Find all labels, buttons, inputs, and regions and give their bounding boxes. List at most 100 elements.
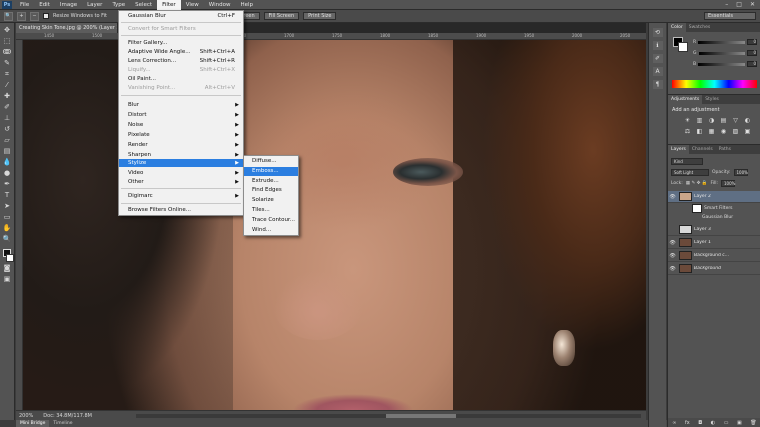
gaussian-blur-filter-row[interactable]: Gaussian Blur (668, 213, 760, 222)
print-size-button[interactable]: Print Size (303, 12, 337, 20)
visibility-eye-icon[interactable]: 👁 (668, 266, 677, 272)
add-mask-icon[interactable]: ◘ (698, 420, 702, 426)
blur-tool-icon[interactable]: 💧 (3, 158, 12, 167)
smart-filters-row[interactable]: Smart Filters (668, 204, 760, 213)
levels-icon[interactable]: ▥ (695, 116, 704, 125)
menu-item-sharpen[interactable]: Sharpen ▶ (119, 151, 243, 159)
doc-size-info[interactable]: Doc: 34.8M/117.8M (43, 413, 92, 419)
menu-item-other[interactable]: Other ▶ (119, 178, 243, 186)
layer-name[interactable]: Layer 3 (694, 227, 711, 232)
layer-row[interactable]: 👁 Layer 1 (668, 237, 760, 249)
gradient-tool-icon[interactable]: ▤ (3, 147, 12, 156)
black-white-icon[interactable]: ◧ (695, 127, 704, 136)
document-tab[interactable]: Creating Skin Tone.jpg @ 200% (Layer 2, … (16, 23, 117, 33)
marquee-tool-icon[interactable]: ⬚ (3, 37, 12, 46)
menu-filter[interactable]: Filter (157, 0, 181, 10)
shape-tool-icon[interactable]: ▭ (3, 213, 12, 222)
submenu-item-emboss[interactable]: Emboss... (244, 167, 298, 176)
scrollbar-thumb[interactable] (386, 414, 456, 418)
curves-icon[interactable]: ◑ (707, 116, 716, 125)
blue-value[interactable]: 0 (747, 61, 757, 67)
workspace-select[interactable]: Essentials (704, 12, 756, 20)
screen-mode-icon[interactable]: ▣ (3, 275, 12, 284)
color-balance-icon[interactable]: ⚖ (683, 127, 692, 136)
gradient-map-icon[interactable]: ▣ (743, 127, 752, 136)
submenu-item-extrude[interactable]: Extrude... (244, 177, 298, 186)
menu-item-blur[interactable]: Blur ▶ (119, 101, 243, 109)
crop-tool-icon[interactable]: ⌗ (3, 70, 12, 79)
exposure-icon[interactable]: ▤ (719, 116, 728, 125)
zoom-tool-icon[interactable]: 🔍 (4, 11, 13, 21)
layer-name[interactable]: Layer 2 (694, 194, 711, 199)
posterize-icon[interactable]: ▨ (731, 127, 740, 136)
menu-layer[interactable]: Layer (82, 0, 107, 10)
kind-filter-select[interactable]: Kind (671, 157, 703, 165)
visibility-eye-icon[interactable]: 👁 (668, 194, 677, 200)
menu-item-filter-gallery[interactable]: Filter Gallery... (119, 39, 243, 47)
type-tool-icon[interactable]: T (3, 191, 12, 200)
menu-type[interactable]: Type (107, 0, 130, 10)
healing-tool-icon[interactable]: ✚ (3, 92, 12, 101)
brush-tool-icon[interactable]: ✐ (3, 103, 12, 112)
tab-paths[interactable]: Paths (716, 145, 734, 154)
menu-item-video[interactable]: Video ▶ (119, 169, 243, 177)
color-panel-background[interactable] (678, 42, 688, 52)
eraser-tool-icon[interactable]: ▱ (3, 136, 12, 145)
clone-stamp-tool-icon[interactable]: ⊥ (3, 114, 12, 123)
visibility-eye-icon[interactable]: 👁 (668, 240, 677, 246)
eyedropper-tool-icon[interactable]: ⁄ (3, 81, 12, 90)
history-panel-icon[interactable]: ⟲ (652, 28, 663, 37)
fill-field[interactable]: 100% (721, 179, 735, 187)
link-layers-icon[interactable]: ∞ (672, 420, 676, 426)
delete-layer-icon[interactable]: 🗑 (750, 420, 756, 426)
channel-mixer-icon[interactable]: ◉ (719, 127, 728, 136)
menu-view[interactable]: View (181, 0, 204, 10)
menu-item-gaussian-blur[interactable]: Gaussian Blur Ctrl+F (119, 12, 243, 20)
tab-channels[interactable]: Channels (689, 145, 716, 154)
maximize-icon[interactable]: □ (736, 1, 742, 8)
zoom-out-icon[interactable]: − (30, 11, 39, 21)
opacity-field[interactable]: 100% (733, 168, 748, 176)
history-brush-tool-icon[interactable]: ↺ (3, 125, 12, 134)
layer-row[interactable]: Layer 3 (668, 224, 760, 236)
background-color-swatch[interactable] (6, 254, 14, 262)
menu-file[interactable]: File (15, 0, 34, 10)
image-canvas[interactable] (23, 40, 646, 410)
layer-row[interactable]: 👁 Background c... (668, 250, 760, 262)
vibrance-icon[interactable]: ▽ (731, 116, 740, 125)
zoom-tool-box-icon[interactable]: 🔍 (3, 235, 12, 244)
paragraph-panel-icon[interactable]: ¶ (652, 80, 663, 89)
layer-name[interactable]: Layer 1 (694, 240, 711, 245)
path-select-tool-icon[interactable]: ➤ (3, 202, 12, 211)
tab-swatches[interactable]: Swatches (686, 23, 714, 32)
new-group-icon[interactable]: ▭ (724, 420, 729, 426)
close-icon[interactable]: ✕ (750, 1, 755, 8)
brightness-icon[interactable]: ☀ (683, 116, 692, 125)
color-spectrum[interactable] (672, 80, 757, 88)
menu-edit[interactable]: Edit (34, 0, 55, 10)
layer-row[interactable]: 👁 Layer 2 (668, 191, 760, 203)
menu-select[interactable]: Select (130, 0, 157, 10)
zoom-in-icon[interactable]: + (17, 11, 26, 21)
new-adjustment-icon[interactable]: ◐ (711, 420, 715, 426)
red-slider[interactable] (698, 40, 745, 44)
tab-timeline[interactable]: Timeline (49, 420, 76, 427)
dodge-tool-icon[interactable]: ● (3, 169, 12, 178)
menu-item-lens-correction[interactable]: Lens Correction... Shift+Ctrl+R (119, 57, 243, 65)
menu-item-noise[interactable]: Noise ▶ (119, 121, 243, 129)
submenu-item-trace-contour[interactable]: Trace Contour... (244, 216, 298, 225)
submenu-item-tiles[interactable]: Tiles... (244, 206, 298, 215)
green-slider[interactable] (698, 51, 745, 55)
quick-mask-icon[interactable]: ◙ (3, 264, 12, 273)
zoom-level[interactable]: 200% (19, 413, 33, 419)
submenu-item-diffuse[interactable]: Diffuse... (244, 157, 298, 166)
green-value[interactable]: 0 (747, 50, 757, 56)
horizontal-scrollbar[interactable] (136, 414, 641, 418)
menu-item-adaptive-wide-angle[interactable]: Adaptive Wide Angle... Shift+Ctrl+A (119, 48, 243, 56)
quick-select-tool-icon[interactable]: ✎ (3, 59, 12, 68)
submenu-item-wind[interactable]: Wind... (244, 226, 298, 235)
menu-item-browse-filters-online[interactable]: Browse Filters Online... (119, 206, 243, 214)
character-panel-icon[interactable]: A (652, 67, 663, 76)
hue-saturation-icon[interactable]: ◐ (743, 116, 752, 125)
brush-panel-icon[interactable]: ✐ (652, 54, 663, 63)
